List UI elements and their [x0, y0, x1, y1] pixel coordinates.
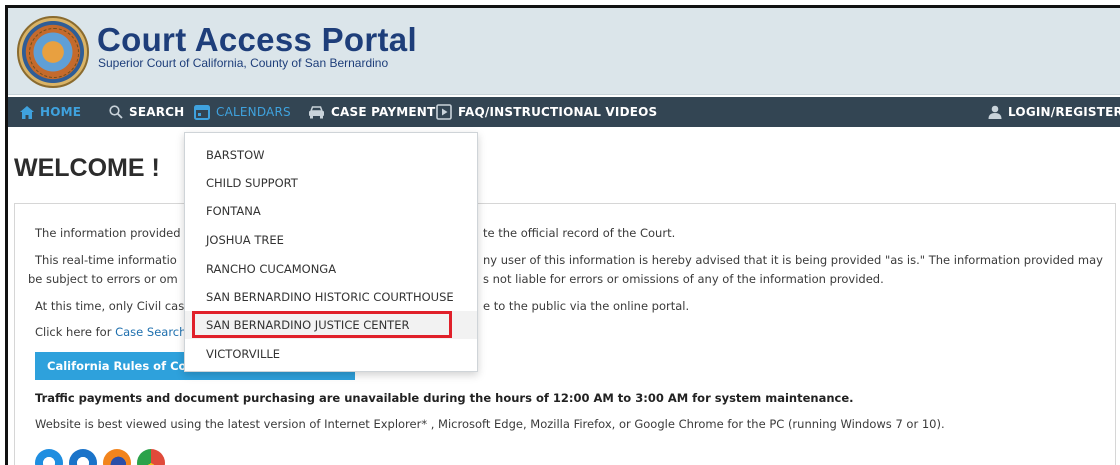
car-icon [309, 105, 324, 118]
nav-login-label: LOGIN/REGISTER [1008, 105, 1120, 119]
search-icon [109, 105, 123, 119]
portal-subtitle: Superior Court of California, County of … [98, 56, 389, 70]
info-line-4a: At this time, only Civil cas [35, 299, 185, 313]
calendar-option-victorville[interactable]: VICTORVILLE [185, 340, 477, 368]
browser-notice: Website is best viewed using the latest … [35, 417, 945, 431]
video-icon [436, 104, 452, 120]
calendar-option-barstow[interactable]: BARSTOW [185, 141, 477, 169]
nav-calendars[interactable]: CALENDARS [194, 97, 291, 127]
info-line-2b: ny user of this information is hereby ad… [483, 253, 1103, 267]
info-line-2a: This real-time informatio [35, 253, 177, 267]
nav-faq-label: FAQ/INSTRUCTIONAL VIDEOS [458, 105, 658, 119]
info-line-5: Click here for Case Search [35, 325, 186, 339]
user-icon [988, 105, 1002, 119]
calendar-option-child-support[interactable]: CHILD SUPPORT [185, 169, 477, 197]
calendar-option-fontana[interactable]: FONTANA [185, 197, 477, 225]
nav-calendars-label: CALENDARS [216, 105, 291, 119]
nav-login[interactable]: LOGIN/REGISTER [988, 97, 1120, 127]
calendar-option-joshua-tree[interactable]: JOSHUA TREE [185, 226, 477, 254]
info-line-4b: e to the public via the online portal. [483, 299, 690, 313]
calendars-dropdown: BARSTOW CHILD SUPPORT FONTANA JOSHUA TRE… [184, 132, 478, 372]
calendar-option-sb-historic-courthouse[interactable]: SAN BERNARDINO HISTORIC COURTHOUSE [185, 283, 477, 311]
internet-explorer-icon [35, 449, 63, 465]
site-header: Court Access Portal Superior Court of Ca… [8, 8, 1120, 95]
info-line-1b: te the official record of the Court. [483, 226, 676, 240]
info-panel: The information provided te the official… [14, 203, 1116, 465]
portal-title: Court Access Portal [97, 21, 417, 58]
nav-case-payment-label: CASE PAYMENT [331, 105, 436, 119]
court-seal-logo [17, 16, 89, 88]
nav-faq[interactable]: FAQ/INSTRUCTIONAL VIDEOS [436, 97, 657, 127]
nav-home-label: HOME [40, 105, 82, 119]
edge-icon [69, 449, 97, 465]
nav-search[interactable]: SEARCH [109, 97, 184, 127]
info-line-3a: be subject to errors or om [28, 272, 178, 286]
calendar-icon [194, 105, 210, 120]
nav-search-label: SEARCH [129, 105, 185, 119]
maintenance-notice: Traffic payments and document purchasing… [35, 391, 854, 405]
home-icon [20, 105, 34, 119]
nav-case-payment[interactable]: CASE PAYMENT [308, 97, 435, 127]
welcome-heading: WELCOME ! [14, 154, 160, 182]
nav-home[interactable]: HOME [20, 97, 81, 127]
case-search-link[interactable]: Case Search [115, 325, 186, 339]
browser-frame: Court Access Portal Superior Court of Ca… [5, 5, 1120, 465]
chrome-icon [137, 449, 165, 465]
selection-highlight-box [192, 311, 452, 338]
info-line-1a: The information provided [35, 226, 181, 240]
firefox-icon [103, 449, 131, 465]
info-line-3b: s not liable for errors or omissions of … [483, 272, 884, 286]
calendar-option-rancho-cucamonga[interactable]: RANCHO CUCAMONGA [185, 255, 477, 283]
info-line-5-text: Click here for [35, 325, 116, 339]
main-nav: HOME SEARCH CALENDARS CASE PAYMENT FAQ/I… [8, 97, 1120, 127]
